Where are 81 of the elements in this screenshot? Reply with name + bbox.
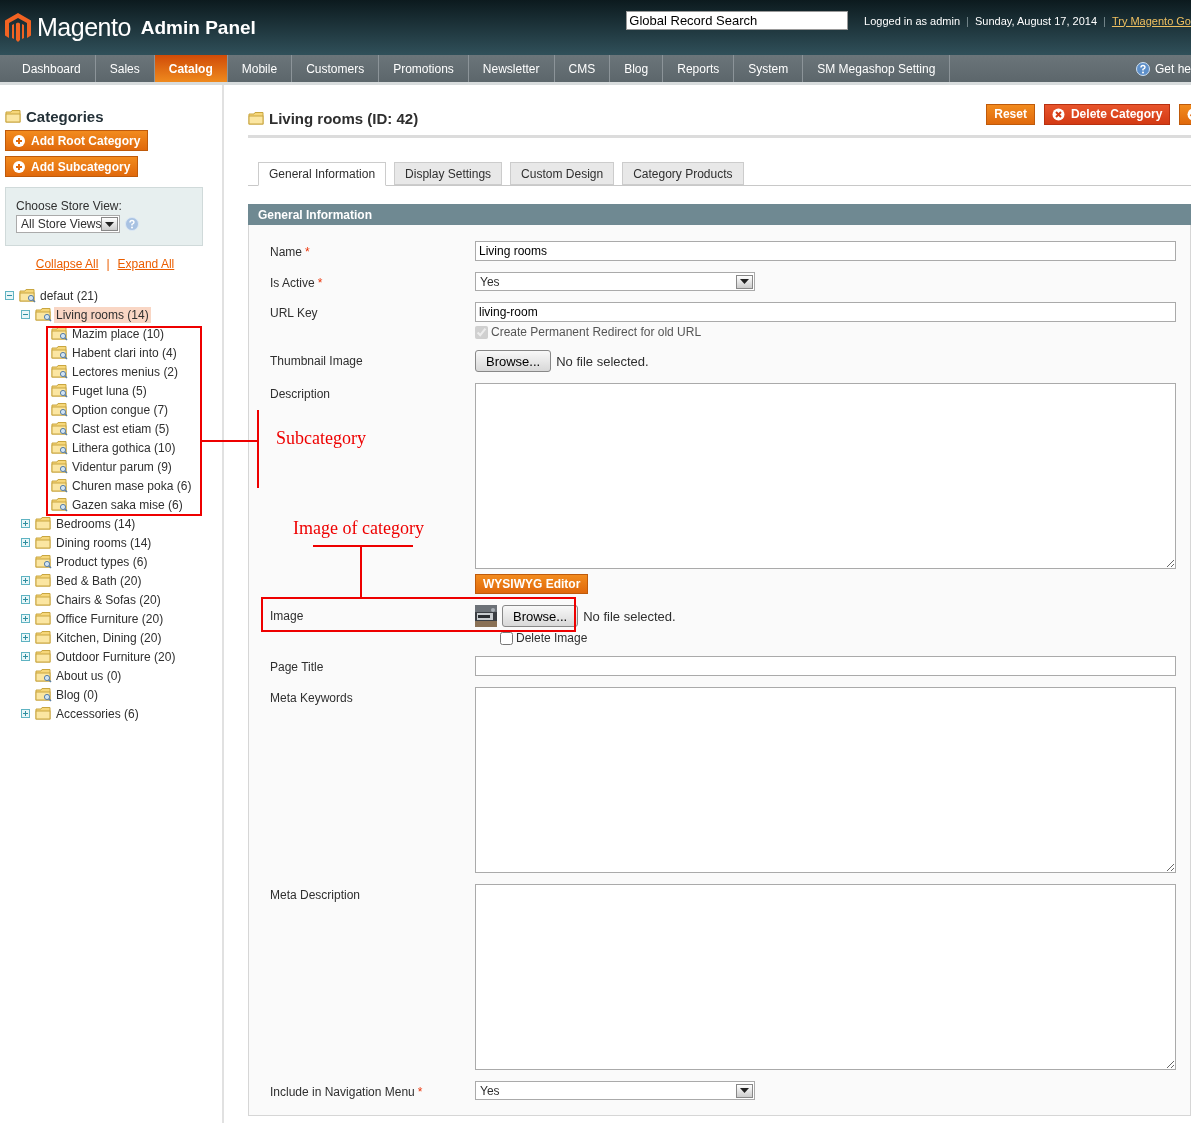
field-label: Image (270, 609, 304, 623)
nav-tab[interactable]: SM Megashop Setting (803, 55, 951, 82)
tree-item[interactable]: Fuget luna (5) (70, 382, 149, 399)
tree-item[interactable]: Videntur parum (9) (70, 458, 174, 475)
text-field[interactable]: living-room (475, 302, 1176, 322)
field-label: Description (270, 387, 331, 401)
tree-item[interactable]: Churen mase poka (6) (70, 477, 194, 494)
checkbox-label: Create Permanent Redirect for old URL (491, 325, 702, 339)
tree-item[interactable]: Chairs & Sofas (20) (54, 591, 163, 608)
nav-tab[interactable]: CMS (554, 55, 611, 82)
tree-item[interactable]: Kitchen, Dining (20) (54, 629, 164, 646)
tree-item[interactable]: Lectores menius (2) (70, 363, 181, 380)
store-view-label: Choose Store View: (16, 199, 123, 213)
expand-all-link[interactable]: Expand All (117, 257, 175, 271)
checkbox-label: Delete Image (516, 631, 588, 645)
logo-text: Magento (37, 13, 131, 42)
field-label: Include in Navigation Menu (270, 1085, 415, 1099)
browse-button[interactable]: Browse... (502, 605, 579, 627)
text-field[interactable]: Living rooms (475, 241, 1176, 261)
tree-item[interactable]: Mazim place (10) (70, 325, 167, 342)
field-label: Name (270, 245, 302, 259)
nav-tab[interactable]: Dashboard (8, 55, 96, 82)
field-label: URL Key (270, 306, 318, 320)
tree-item[interactable]: Outdoor Furniture (20) (54, 648, 178, 665)
delete-button[interactable]: Delete Category (1043, 103, 1171, 125)
tree-item[interactable]: About us (0) (54, 667, 124, 684)
nav-tab[interactable]: Newsletter (468, 55, 555, 82)
tree-item[interactable]: Habent clari into (4) (70, 344, 179, 361)
select-field[interactable]: Yes (475, 1081, 755, 1100)
tab[interactable]: Custom Design (510, 162, 615, 185)
required-mark: * (305, 245, 310, 259)
separator: | (966, 14, 969, 27)
nav-tab[interactable]: System (734, 55, 804, 82)
nav-tab[interactable]: Customers (292, 55, 380, 82)
field-label: Is Active (270, 276, 315, 290)
help-link[interactable]: Get he (1154, 61, 1191, 76)
nav-tab[interactable]: Blog (610, 55, 664, 82)
field-label: Meta Description (270, 888, 361, 902)
required-mark: * (417, 1085, 423, 1099)
date-text: Sunday, August 17, 2014 (974, 14, 1098, 27)
tree-item[interactable]: Option congue (7) (70, 401, 171, 418)
collapse-all-link[interactable]: Collapse All (35, 257, 99, 271)
logo-subtitle: Admin Panel (140, 16, 256, 39)
tab[interactable]: General Information (258, 162, 387, 186)
tree-item[interactable]: Clast est etiam (5) (70, 420, 172, 437)
nav-tab[interactable]: Mobile (227, 55, 293, 82)
nav-tab[interactable]: Reports (663, 55, 735, 82)
promo-link[interactable]: Try Magento Go (1111, 14, 1191, 27)
field-label: Meta Keywords (270, 691, 353, 705)
nav-tab[interactable]: Promotions (379, 55, 469, 82)
annotation-label: Image of category (293, 518, 424, 539)
store-view-select[interactable]: All Store Views (16, 215, 121, 233)
file-status: No file selected. (583, 608, 676, 624)
annotation-label: Subcategory (276, 428, 366, 449)
separator: | (106, 257, 110, 271)
required-mark: * (317, 276, 323, 290)
panel-title: Categories (26, 107, 104, 125)
tree-item[interactable]: Accessories (6) (54, 705, 141, 722)
tree-item[interactable]: defaut (21) (38, 287, 101, 304)
tree-item[interactable]: Office Furniture (20) (54, 610, 166, 627)
tree-item[interactable]: Lithera gothica (10) (70, 439, 178, 456)
tree-item[interactable]: Gazen saka mise (6) (70, 496, 185, 513)
page-title: Living rooms (ID: 42) (269, 109, 419, 127)
tree-item[interactable]: Blog (0) (54, 686, 101, 703)
tab[interactable]: Category Products (622, 162, 744, 185)
separator: | (1103, 14, 1106, 27)
user-info: Logged in as admin (864, 14, 961, 27)
select-field[interactable]: Yes (475, 272, 755, 291)
section-header: General Information (248, 204, 1191, 225)
tree-item[interactable]: Bedrooms (14) (54, 515, 138, 532)
field-label: Page Title (270, 660, 324, 674)
tree-item[interactable]: Dining rooms (14) (54, 534, 154, 551)
tree-item[interactable]: Product types (6) (54, 553, 150, 570)
browse-button[interactable]: Browse... (475, 350, 552, 372)
file-status: No file selected. (556, 353, 649, 369)
field-label: Thumbnail Image (270, 354, 363, 368)
nav-tab[interactable]: Sales (95, 55, 155, 82)
search-field[interactable]: Global Record Search (626, 11, 849, 30)
tree-item[interactable]: Living rooms (14) (54, 306, 151, 323)
tree-item[interactable]: Bed & Bath (20) (54, 572, 144, 589)
tab[interactable]: Display Settings (394, 162, 503, 185)
